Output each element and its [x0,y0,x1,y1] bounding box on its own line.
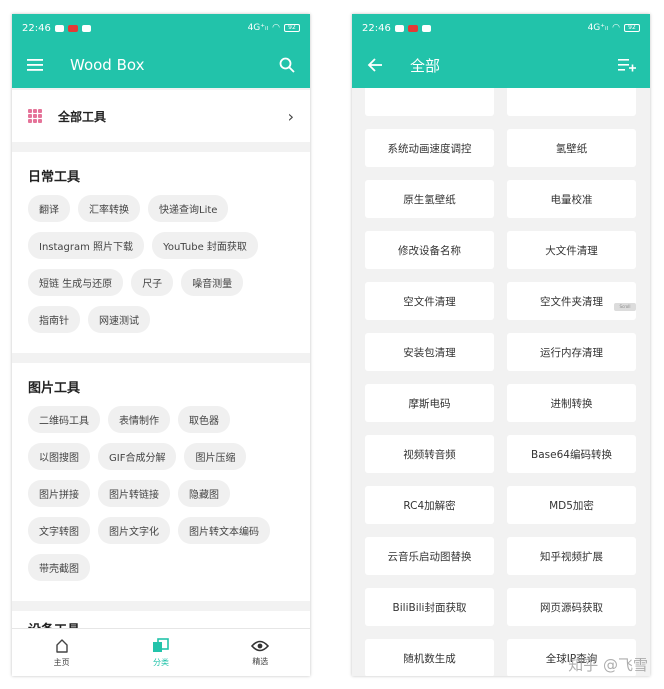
all-tools-label: 全部工具 [58,109,107,124]
tool-chip[interactable]: 以图搜图 [28,443,90,470]
tool-chip[interactable]: GIF合成分解 [98,443,177,470]
tool-tile[interactable]: 安装包清理 [365,333,494,371]
category-icon [152,637,169,652]
grid-icon [28,109,42,123]
nav-category[interactable]: 分类 [111,629,210,676]
chip-list: 二维码工具 表情制作 取色器 以图搜图 GIF合成分解 图片压缩 图片拼接 图片… [28,406,296,591]
scrollbar-thumb[interactable]: Scroll [614,303,636,311]
tool-chip[interactable]: 汇率转换 [78,195,140,222]
battery-icon: 92 [284,24,300,32]
app-bar: 全部 [352,42,650,88]
chip-list: 翻译 汇率转换 快递查询Lite Instagram 照片下载 YouTube … [28,195,296,343]
tool-chip[interactable]: 取色器 [178,406,230,433]
menu-icon[interactable] [24,54,46,76]
tool-chip[interactable]: 快递查询Lite [148,195,229,222]
watermark: 知乎 @飞雪 [568,656,648,674]
nav-label: 精选 [252,656,269,666]
app-notification-icon [67,24,78,32]
tool-tile[interactable]: 随机数生成 [365,639,494,676]
eye-icon [251,640,270,651]
status-bar: 22:46 4G⁺ᵢₗ ◠ 92 [352,14,650,42]
network-icon: 4G⁺ᵢₗ [587,23,609,33]
notification-icon [394,24,404,32]
battery-icon: 92 [624,24,640,32]
tool-tile[interactable]: 空文件清理 [365,282,494,320]
tool-chip[interactable]: 隐藏图 [178,480,230,507]
tool-tile[interactable]: 原生氢壁纸 [365,180,494,218]
nav-home[interactable]: 主页 [12,629,111,676]
section-title: 日常工具 [28,170,81,185]
tool-chip[interactable]: 二维码工具 [28,406,100,433]
left-screen: 22:46 4G⁺ᵢₗ ◠ 92 Wood Box 全部工具 › 日常工具 翻译… [12,14,310,676]
tool-chip[interactable]: 文字转图 [28,517,90,544]
tool-tile[interactable]: 大文件清理 [507,231,636,269]
tool-chip[interactable]: YouTube 封面获取 [152,232,258,259]
tool-tile[interactable]: 进制转换 [507,384,636,422]
tool-chip[interactable]: 图片文字化 [98,517,170,544]
tool-chip[interactable]: 尺子 [131,269,174,296]
back-arrow-icon[interactable] [364,54,386,76]
tool-chip[interactable]: Instagram 照片下载 [28,232,145,259]
wifi-icon: ◠ [272,23,280,33]
tool-chip[interactable]: 表情制作 [108,406,170,433]
tool-chip[interactable]: 噪音测量 [181,269,244,296]
nav-label: 分类 [152,657,169,667]
network-icon: 4G⁺ᵢₗ [247,23,269,33]
tool-tile[interactable]: 空文件夹清理 [507,282,636,320]
tool-chip[interactable]: 图片拼接 [28,480,90,507]
tool-tile[interactable]: 氢壁纸 [507,129,636,167]
tool-tile[interactable]: 视频转音频 [365,435,494,473]
app-title: Wood Box [70,56,145,74]
chat-icon [421,24,431,32]
search-icon[interactable] [276,54,298,76]
section-image-tools: 图片工具 二维码工具 表情制作 取色器 以图搜图 GIF合成分解 图片压缩 图片… [12,363,310,601]
tools-grid: 系统动画速度调控 氢壁纸 原生氢壁纸 电量校准 修改设备名称 大文件清理 空文件… [352,78,650,676]
chevron-right-icon: › [287,106,294,126]
status-time: 22:46 [362,22,391,34]
chat-icon [81,24,91,32]
tool-tile[interactable]: 运行内存清理 [507,333,636,371]
status-time: 22:46 [22,22,51,34]
tool-tile[interactable]: 电量校准 [507,180,636,218]
tool-tile[interactable]: 网页源码获取 [507,588,636,626]
tool-tile[interactable]: MD5加密 [507,486,636,524]
wifi-icon: ◠ [612,23,620,33]
nav-featured[interactable]: 精选 [211,629,310,676]
tool-chip[interactable]: 图片转文本编码 [178,517,270,544]
tool-chip[interactable]: 指南针 [28,306,80,333]
tool-tile[interactable]: RC4加解密 [365,486,494,524]
status-bar: 22:46 4G⁺ᵢₗ ◠ 92 [12,14,310,42]
bottom-nav: 主页 分类 精选 [12,628,310,676]
right-screen: 22:46 4G⁺ᵢₗ ◠ 92 全部 系统动画速度调控 氢壁纸 原生氢壁纸 电… [352,14,650,676]
all-tools-row[interactable]: 全部工具 › [12,90,310,142]
page-title: 全部 [410,56,441,75]
app-notification-icon [407,24,418,32]
notification-icon [54,24,64,32]
tool-chip[interactable]: 短链 生成与还原 [28,269,124,296]
tool-tile[interactable]: 摩斯电码 [365,384,494,422]
tool-tile[interactable]: BiliBili封面获取 [365,588,494,626]
tool-tile[interactable]: Base64编码转换 [507,435,636,473]
nav-label: 主页 [53,657,70,667]
tool-tile[interactable]: 系统动画速度调控 [365,129,494,167]
tool-tile[interactable]: 修改设备名称 [365,231,494,269]
app-bar: Wood Box [12,42,310,88]
tool-chip[interactable]: 翻译 [28,195,70,222]
tool-tile[interactable]: 云音乐启动图替换 [365,537,494,575]
tool-chip[interactable]: 图片压缩 [184,443,247,470]
tool-chip[interactable]: 带壳截图 [28,554,90,581]
sort-list-icon[interactable] [616,54,638,76]
section-daily-tools: 日常工具 翻译 汇率转换 快递查询Lite Instagram 照片下载 You… [12,152,310,353]
tool-tile[interactable]: 知乎视频扩展 [507,537,636,575]
tool-chip[interactable]: 图片转链接 [98,480,170,507]
tool-chip[interactable]: 网速测试 [88,306,150,333]
home-icon [55,638,68,653]
section-title: 图片工具 [28,381,81,396]
